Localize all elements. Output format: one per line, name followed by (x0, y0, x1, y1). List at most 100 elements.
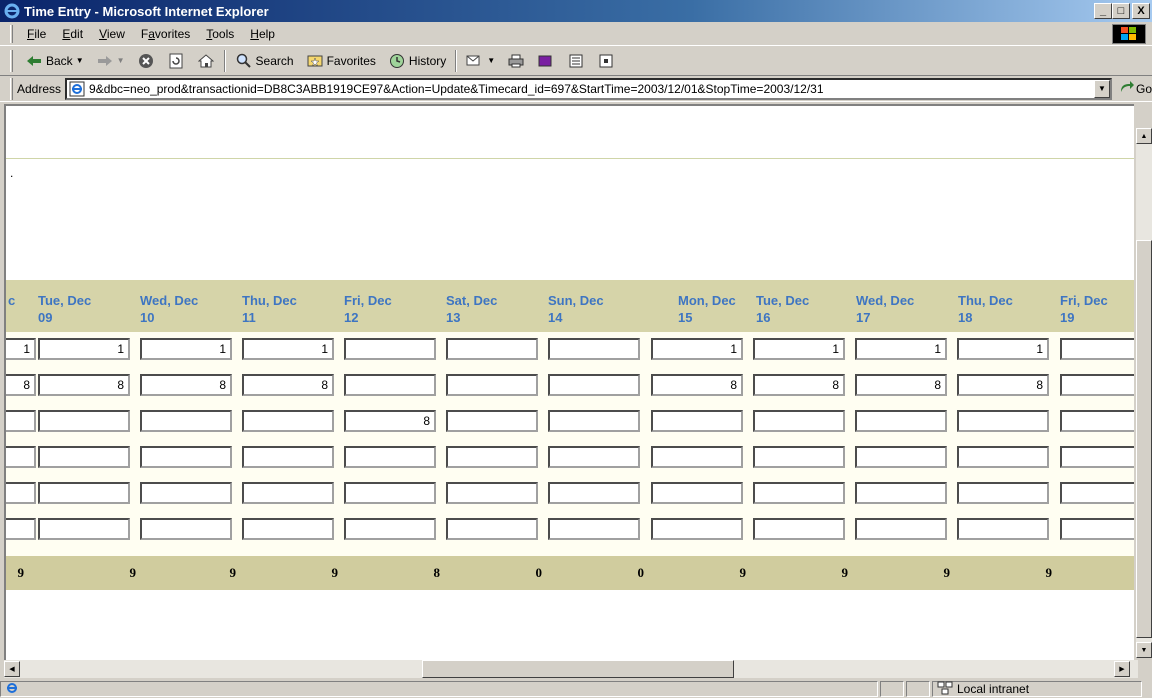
maximize-button[interactable]: □ (1112, 3, 1130, 19)
hours-input[interactable] (753, 410, 845, 432)
address-field[interactable]: 9&dbc=neo_prod&transactionid=DB8C3ABB191… (65, 77, 1112, 100)
hours-input[interactable] (446, 374, 538, 396)
menu-edit[interactable]: Edit (54, 27, 91, 41)
scroll-up-icon[interactable]: ▲ (1136, 128, 1152, 144)
hours-input[interactable]: 8 (855, 374, 947, 396)
hours-input[interactable] (957, 482, 1049, 504)
hours-input[interactable] (855, 410, 947, 432)
hours-input[interactable] (140, 518, 232, 540)
refresh-button[interactable] (161, 52, 191, 70)
hours-input[interactable] (855, 518, 947, 540)
menu-favorites[interactable]: Favorites (133, 27, 198, 41)
hours-input[interactable]: 1 (140, 338, 232, 360)
hours-input[interactable] (548, 482, 640, 504)
hours-input[interactable] (242, 446, 334, 468)
hours-input[interactable]: 8 (753, 374, 845, 396)
scroll-left-icon[interactable]: ◀ (4, 661, 20, 677)
forward-dropdown-icon[interactable]: ▼ (117, 56, 125, 65)
hours-input[interactable]: 8 (140, 374, 232, 396)
vertical-scroll-thumb[interactable] (1136, 240, 1152, 638)
hours-input[interactable] (242, 482, 334, 504)
hours-input[interactable] (344, 374, 436, 396)
hours-input[interactable] (446, 338, 538, 360)
forward-button[interactable]: ▼ (90, 52, 131, 70)
menu-help[interactable]: Help (242, 27, 283, 41)
hours-input[interactable] (548, 374, 640, 396)
hours-input[interactable]: 8 (957, 374, 1049, 396)
mail-button[interactable]: ▼ (460, 52, 501, 70)
hours-input[interactable] (753, 482, 845, 504)
messenger-button[interactable] (591, 52, 621, 70)
hours-input[interactable] (548, 338, 640, 360)
hours-input[interactable] (651, 446, 743, 468)
hours-input[interactable] (446, 482, 538, 504)
hours-input[interactable] (140, 446, 232, 468)
address-url[interactable]: 9&dbc=neo_prod&transactionid=DB8C3ABB191… (89, 82, 1094, 96)
hours-input[interactable]: 8 (651, 374, 743, 396)
minimize-button[interactable]: _ (1094, 3, 1112, 19)
hours-input[interactable] (548, 446, 640, 468)
hours-input[interactable]: 1 (38, 338, 130, 360)
hours-input[interactable] (344, 338, 436, 360)
hours-input[interactable] (957, 410, 1049, 432)
hours-input[interactable] (446, 446, 538, 468)
hours-input[interactable] (957, 446, 1049, 468)
discuss-button[interactable] (561, 52, 591, 70)
history-button[interactable]: History (382, 52, 452, 70)
hours-input[interactable]: 8 (38, 374, 130, 396)
hours-input[interactable] (6, 482, 36, 504)
scroll-right-icon[interactable]: ▶ (1114, 661, 1130, 677)
vertical-scrollbar[interactable]: ▲ ▼ (1136, 128, 1152, 658)
mail-dropdown-icon[interactable]: ▼ (487, 56, 495, 65)
horizontal-scrollbar[interactable]: ◀ ▶ (4, 660, 1138, 678)
hours-input[interactable] (344, 446, 436, 468)
address-dropdown-icon[interactable]: ▼ (1093, 79, 1110, 98)
hours-input[interactable] (855, 482, 947, 504)
hours-input[interactable] (6, 518, 36, 540)
hours-input[interactable] (1060, 446, 1134, 468)
hours-input[interactable]: 8 (6, 374, 36, 396)
close-button[interactable]: X (1132, 3, 1150, 19)
hours-input[interactable] (344, 518, 436, 540)
hours-input[interactable] (651, 518, 743, 540)
scroll-down-icon[interactable]: ▼ (1136, 642, 1152, 658)
hours-input[interactable] (242, 410, 334, 432)
hours-input[interactable] (38, 482, 130, 504)
hours-input[interactable] (548, 410, 640, 432)
hours-input[interactable] (446, 410, 538, 432)
hours-input[interactable] (1060, 374, 1134, 396)
favorites-button[interactable]: Favorites (300, 52, 382, 70)
hours-input[interactable] (446, 518, 538, 540)
hours-input[interactable] (38, 518, 130, 540)
home-button[interactable] (191, 52, 221, 70)
hours-input[interactable] (753, 518, 845, 540)
print-button[interactable] (501, 52, 531, 70)
stop-button[interactable] (131, 52, 161, 70)
hours-input[interactable] (6, 446, 36, 468)
hours-input[interactable] (6, 410, 36, 432)
hours-input[interactable]: 1 (242, 338, 334, 360)
hours-input[interactable] (242, 518, 334, 540)
hours-input[interactable]: 1 (651, 338, 743, 360)
hours-input[interactable] (753, 446, 845, 468)
hours-input[interactable]: 1 (753, 338, 845, 360)
hours-input[interactable] (957, 518, 1049, 540)
menu-tools[interactable]: Tools (198, 27, 242, 41)
go-button[interactable]: Go (1120, 81, 1152, 96)
hours-input[interactable] (1060, 518, 1134, 540)
hours-input[interactable] (651, 482, 743, 504)
search-button[interactable]: Search (229, 52, 300, 70)
hours-input[interactable]: 1 (957, 338, 1049, 360)
hours-input[interactable]: 1 (6, 338, 36, 360)
back-button[interactable]: Back ▼ (19, 52, 90, 70)
hours-input[interactable]: 8 (242, 374, 334, 396)
hours-input[interactable] (140, 410, 232, 432)
hours-input[interactable] (1060, 482, 1134, 504)
menu-file[interactable]: File (19, 27, 54, 41)
edit-button[interactable] (531, 52, 561, 70)
hours-input[interactable] (38, 446, 130, 468)
hours-input[interactable] (651, 410, 743, 432)
hours-input[interactable] (140, 482, 232, 504)
horizontal-scroll-thumb[interactable] (422, 660, 734, 678)
hours-input[interactable] (38, 410, 130, 432)
